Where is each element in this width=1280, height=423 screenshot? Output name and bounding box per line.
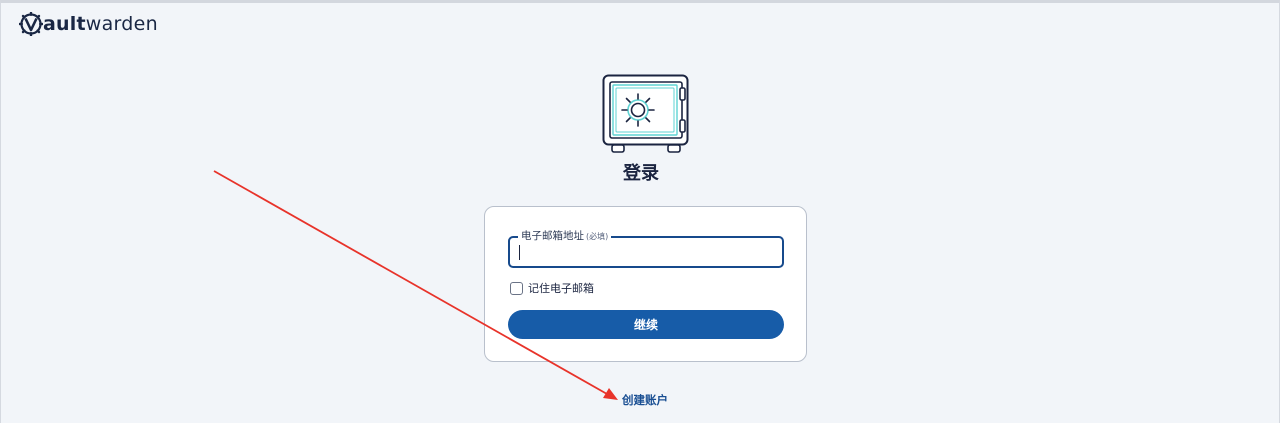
login-page: ault warden 登录 电子邮箱地址 (必填) 记住电子邮箱 继续 创建账… <box>0 0 1280 423</box>
email-required-hint: (必填) <box>586 232 609 241</box>
vault-safe-icon <box>602 74 689 153</box>
remember-email-label: 记住电子邮箱 <box>528 282 594 295</box>
email-field-label: 电子邮箱地址 (必填) <box>518 229 612 244</box>
remember-email-option[interactable]: 记住电子邮箱 <box>510 280 594 296</box>
brand-name-light: warden <box>85 13 159 35</box>
page-title: 登录 <box>623 163 659 184</box>
text-caret <box>519 245 520 260</box>
brand-logo[interactable]: ault warden <box>19 12 158 36</box>
email-field[interactable]: 电子邮箱地址 (必填) <box>508 229 784 268</box>
remember-email-checkbox[interactable] <box>510 281 523 295</box>
login-card: 电子邮箱地址 (必填) 记住电子邮箱 继续 <box>484 206 807 362</box>
continue-button[interactable]: 继续 <box>508 310 784 339</box>
brand-name-bold: ault <box>43 13 86 35</box>
email-label-text: 电子邮箱地址 <box>521 230 584 242</box>
vaultwarden-gear-v-icon <box>19 12 43 36</box>
create-account-link[interactable]: 创建账户 <box>1 392 1280 408</box>
